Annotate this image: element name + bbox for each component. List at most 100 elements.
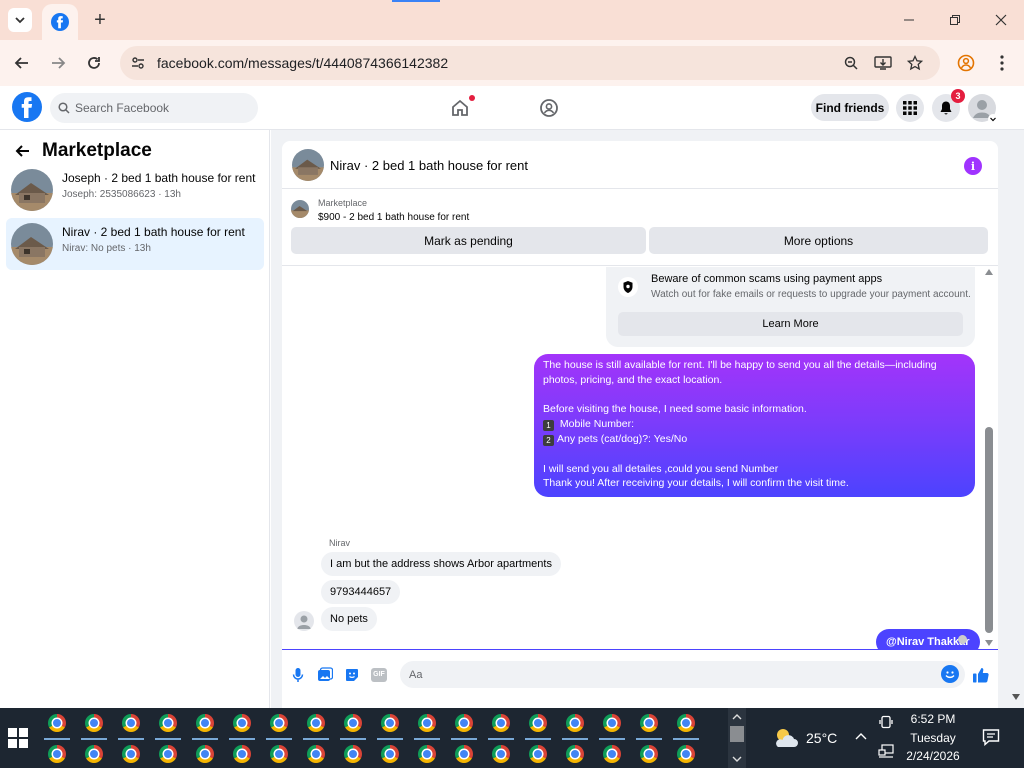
chrome-taskbar-icon[interactable] [529,714,547,732]
more-options-button[interactable]: More options [649,227,988,254]
windows-start-icon[interactable] [8,728,28,748]
chrome-taskbar-icon[interactable] [381,714,399,732]
chrome-taskbar-icon[interactable] [196,745,214,763]
chrome-taskbar-icon[interactable] [492,714,510,732]
chrome-taskbar-icon[interactable] [122,714,140,732]
menu-grid-button[interactable] [896,94,924,122]
facebook-logo-icon[interactable] [12,92,42,122]
chrome-taskbar-icon[interactable] [307,714,325,732]
scroll-down-icon[interactable] [732,754,742,764]
outgoing-message[interactable]: The house is still available for rent. I… [534,354,975,497]
clock-date[interactable]: 2/24/2026 [900,749,966,763]
scrollbar-thumb[interactable] [985,427,993,633]
chrome-taskbar-icon[interactable] [455,714,473,732]
scroll-down-icon[interactable] [985,640,993,646]
chrome-taskbar-icon[interactable] [307,745,325,763]
find-friends-button[interactable]: Find friends [811,94,889,121]
tab-search-button[interactable] [8,8,32,32]
learn-more-button[interactable]: Learn More [618,312,963,336]
scroll-up-icon[interactable] [732,712,742,722]
conversation-item-nirav[interactable]: Nirav · 2 bed 1 bath house for rent Nira… [6,218,264,270]
notification-center-icon[interactable] [982,728,1000,746]
chrome-taskbar-icon[interactable] [566,745,584,763]
gif-icon[interactable]: GIF [369,665,389,685]
chrome-taskbar-icon[interactable] [122,745,140,763]
chrome-taskbar-icon[interactable] [344,745,362,763]
chrome-taskbar-icon[interactable] [603,714,621,732]
scroll-up-icon[interactable] [985,269,993,275]
chrome-taskbar-icon[interactable] [344,714,362,732]
chrome-taskbar-icon[interactable] [48,714,66,732]
incoming-message[interactable]: No pets [321,607,377,631]
chrome-taskbar-icon[interactable] [492,745,510,763]
minimize-button[interactable] [897,8,921,32]
restore-button[interactable] [943,8,967,32]
home-nav-button[interactable] [448,95,475,120]
taskbar-scroll[interactable] [728,708,746,768]
chrome-taskbar-icon[interactable] [529,745,547,763]
chrome-taskbar-icon[interactable] [85,714,103,732]
microphone-icon[interactable] [288,665,308,685]
chat-listing-avatar[interactable] [292,149,324,181]
chrome-taskbar-icon[interactable] [677,745,695,763]
page-scroll-down-icon[interactable] [1012,692,1022,704]
message-scrollbar[interactable] [983,267,995,650]
message-input[interactable]: Aa [400,661,965,688]
facebook-search-input[interactable]: Search Facebook [50,93,258,123]
groups-nav-button[interactable] [537,96,561,120]
profile-button[interactable] [952,49,980,77]
mark-as-pending-button[interactable]: Mark as pending [291,227,646,254]
chrome-taskbar-icon[interactable] [640,745,658,763]
close-window-button[interactable] [989,8,1013,32]
chrome-taskbar-icon[interactable] [455,745,473,763]
clock-day[interactable]: Tuesday [900,731,966,745]
chrome-taskbar-icon[interactable] [159,714,177,732]
chat-title[interactable]: Nirav · 2 bed 1 bath house for rent [330,158,528,173]
conversation-item-joseph[interactable]: Joseph · 2 bed 1 bath house for rent Jos… [6,164,264,216]
listing-thumbnail[interactable] [291,200,309,218]
taskbar-scroll-thumb[interactable] [730,726,744,742]
bookmark-star-icon[interactable] [905,53,925,73]
account-avatar[interactable] [968,94,998,124]
device-icon[interactable] [879,715,893,732]
network-icon[interactable] [878,744,894,761]
incoming-message[interactable]: 9793444657 [321,580,401,604]
back-button[interactable] [8,49,36,77]
back-arrow-icon[interactable] [14,143,30,159]
chrome-taskbar-icon[interactable] [85,745,103,763]
clock-time[interactable]: 6:52 PM [900,712,966,726]
chrome-taskbar-icon[interactable] [603,745,621,763]
chrome-taskbar-icon[interactable] [270,745,288,763]
chrome-taskbar-icon[interactable] [233,714,251,732]
tab-facebook[interactable] [42,4,78,40]
browser-menu-button[interactable] [988,49,1016,77]
forward-button[interactable] [44,49,72,77]
emoji-icon[interactable] [941,665,959,683]
chrome-taskbar-icon[interactable] [48,745,66,763]
zoom-icon[interactable] [841,53,861,73]
chrome-taskbar-icon[interactable] [159,745,177,763]
listing-title[interactable]: $900 - 2 bed 1 bath house for rent [318,212,469,223]
chrome-taskbar-icon[interactable] [418,714,436,732]
chrome-taskbar-icon[interactable] [233,745,251,763]
weather-cloud-sun-icon[interactable] [772,726,800,750]
sticker-icon[interactable] [342,665,362,685]
weather-temperature[interactable]: 25°C [806,730,837,746]
incoming-message[interactable]: I am but the address shows Arbor apartme… [321,552,561,576]
chevron-up-icon[interactable] [855,730,867,744]
chrome-taskbar-icon[interactable] [418,745,436,763]
info-icon[interactable]: i [964,157,982,175]
address-bar[interactable]: facebook.com/messages/t/4440874366142382 [120,46,940,80]
chrome-taskbar-icon[interactable] [381,745,399,763]
install-app-icon[interactable] [873,53,893,73]
chrome-taskbar-icon[interactable] [640,714,658,732]
thumbs-up-icon[interactable] [971,665,991,685]
chrome-taskbar-icon[interactable] [270,714,288,732]
reload-button[interactable] [80,49,108,77]
site-settings-icon[interactable] [128,53,148,73]
notifications-button[interactable]: 3 [932,89,965,122]
image-icon[interactable] [315,665,335,685]
chrome-taskbar-icon[interactable] [196,714,214,732]
new-tab-button[interactable]: + [88,8,112,32]
chrome-taskbar-icon[interactable] [677,714,695,732]
